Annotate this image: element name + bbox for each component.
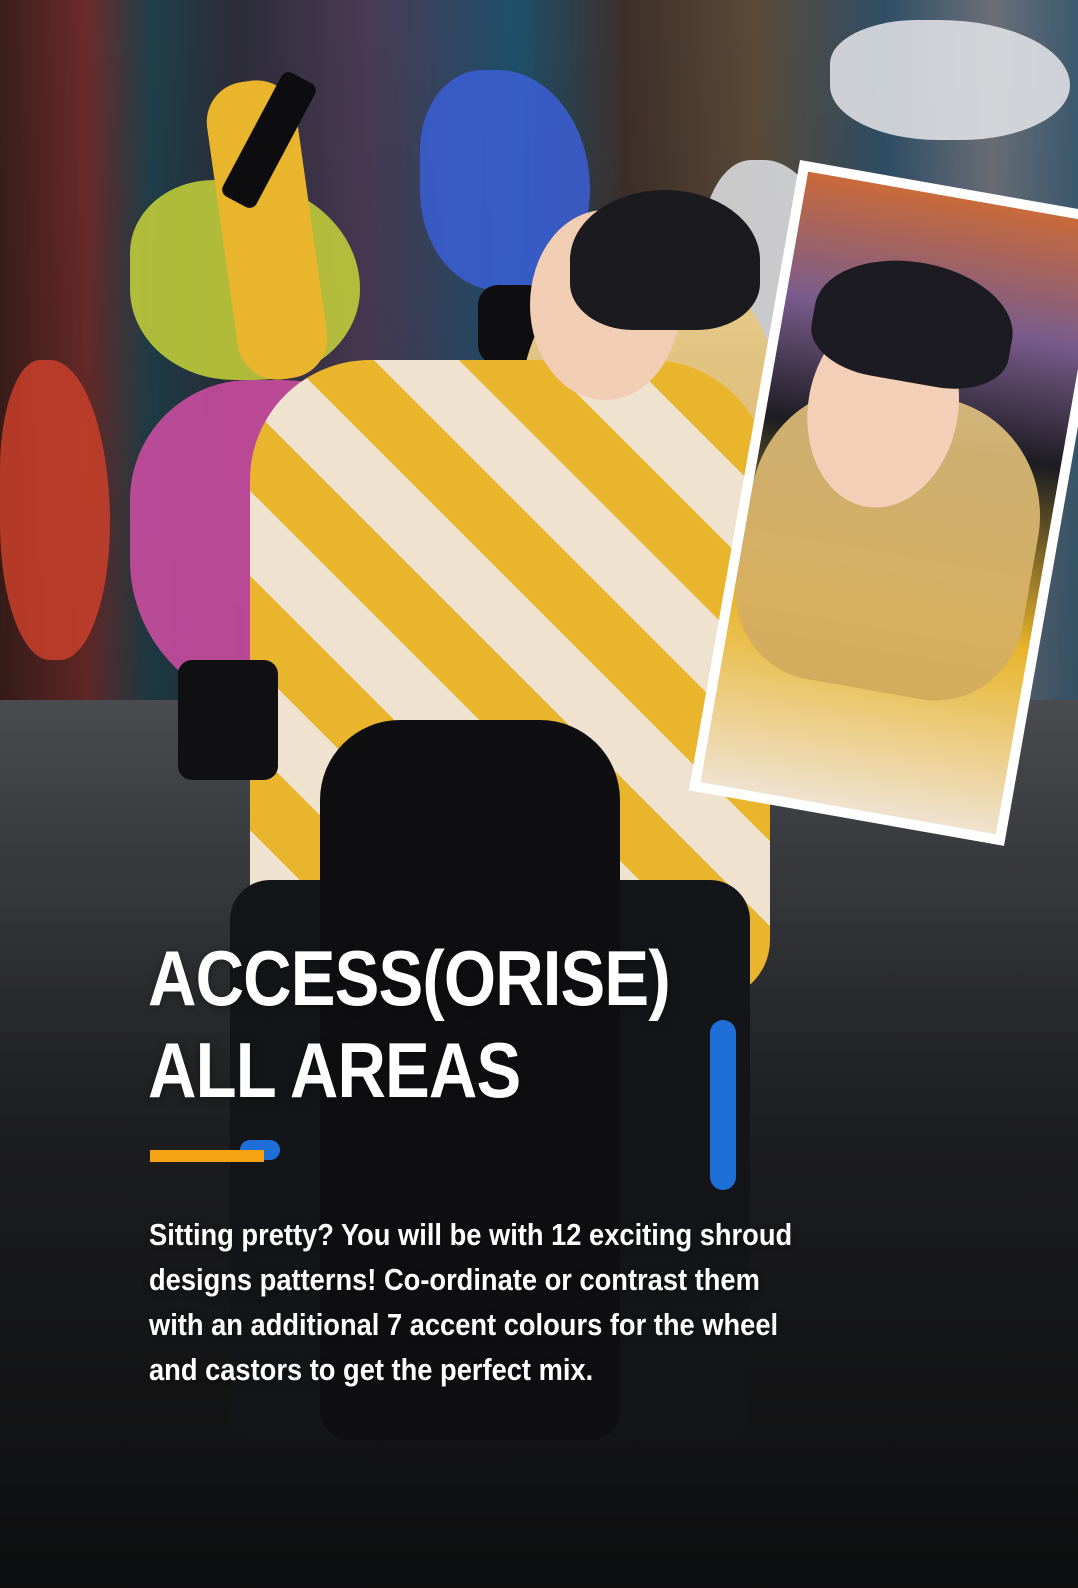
title-line: ACCESS(ORISE) [148,934,671,1022]
body-line: with an additional 7 accent colours for … [149,1307,779,1342]
joystick-control [178,660,278,780]
brochure-page: ACCESS(ORISE) ALL AREAS Sitting pretty? … [0,0,1078,1588]
body-line: designs patterns! Co-ordinate or contras… [149,1262,760,1297]
title-line: ALL AREAS [148,1026,521,1114]
graffiti-tag [0,360,110,660]
page-title: ACCESS(ORISE) ALL AREAS [148,932,671,1116]
body-line: and castors to get the perfect mix. [149,1352,594,1387]
wheel-accent [710,1020,736,1190]
beanie-hat [570,190,760,330]
accent-divider [150,1150,264,1162]
body-line: Sitting pretty? You will be with 12 exci… [149,1217,793,1252]
body-paragraph: Sitting pretty? You will be with 12 exci… [149,1212,871,1392]
graffiti-tag [830,20,1070,140]
